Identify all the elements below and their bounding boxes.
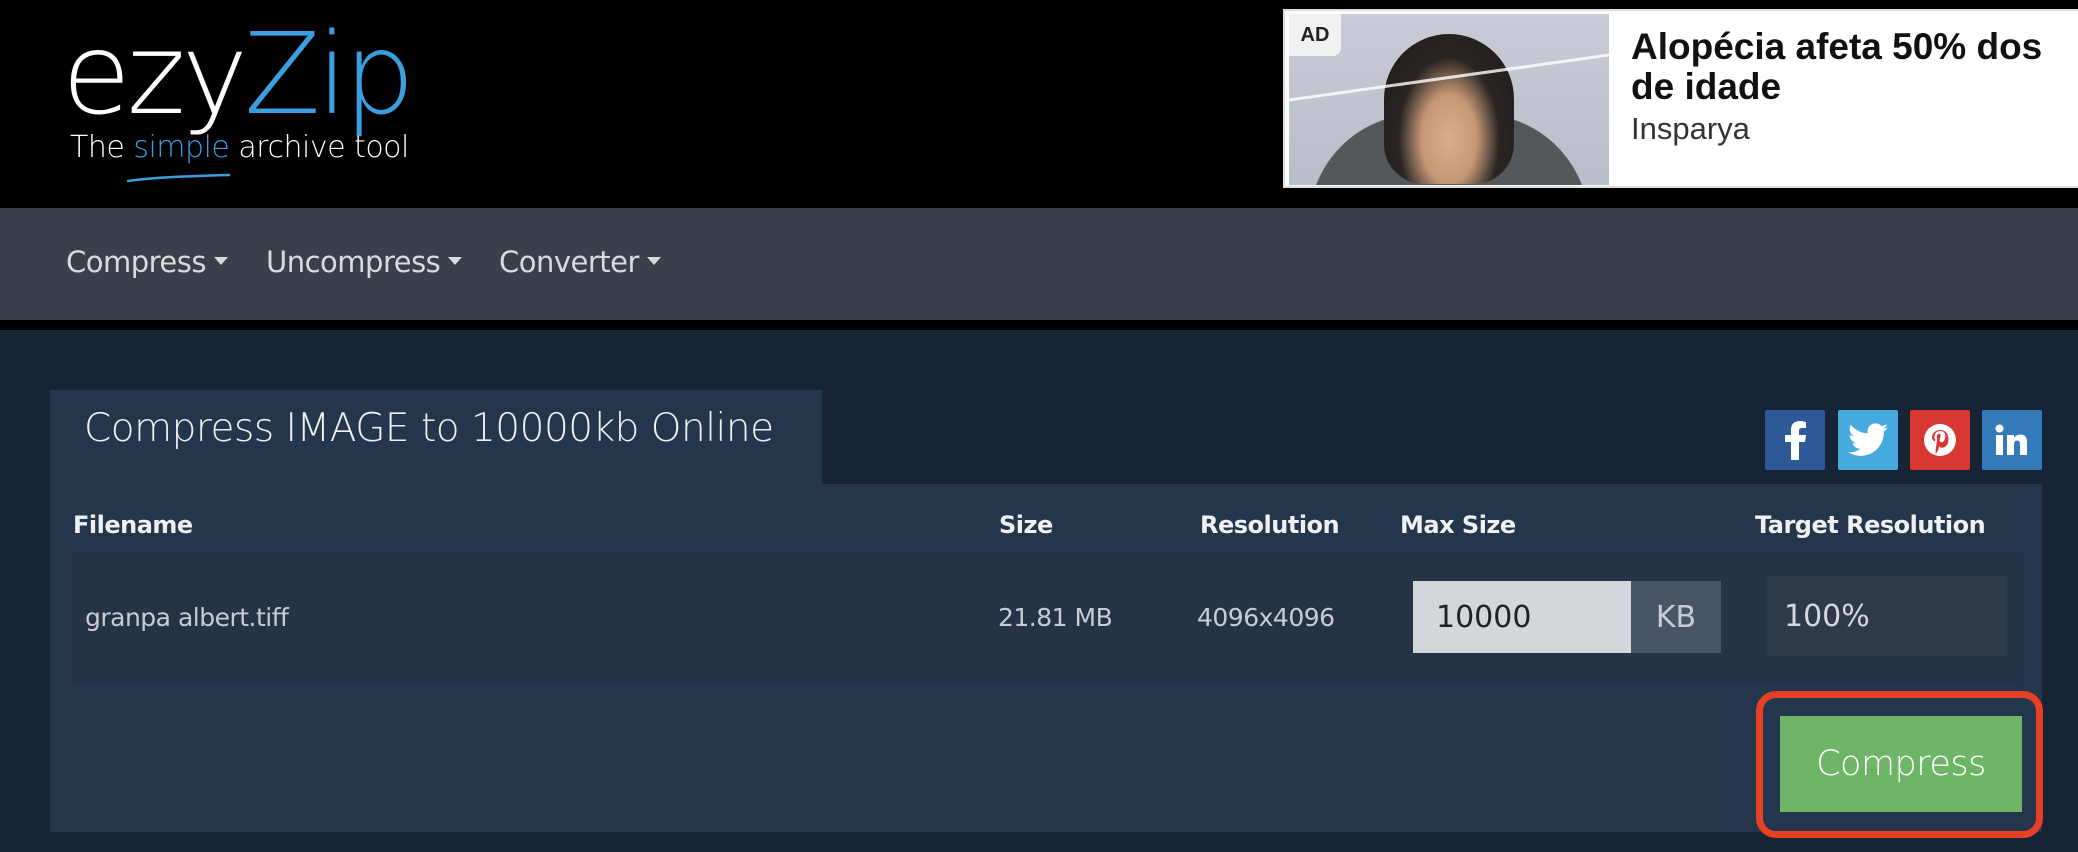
nav-compress[interactable]: Compress xyxy=(66,245,228,279)
column-header-resolution: Resolution xyxy=(1200,511,1340,539)
facebook-share-button[interactable] xyxy=(1765,410,1825,470)
advertisement[interactable]: AD Alopécia afeta 50% dos de idade Inspar… xyxy=(1283,9,2078,188)
max-size-input[interactable] xyxy=(1413,581,1631,653)
logo-wordmark: ezyZip xyxy=(62,10,415,140)
column-header-filename: Filename xyxy=(73,511,193,539)
column-header-max-size: Max Size xyxy=(1400,511,1516,539)
ezyzip-logo[interactable]: ezyZip The simple archive tool xyxy=(62,10,415,190)
caret-down-icon xyxy=(646,257,661,265)
column-header-target-resolution: Target Resolution xyxy=(1755,511,1986,539)
caret-down-icon xyxy=(448,257,463,265)
pinterest-icon xyxy=(1924,424,1956,456)
target-resolution-select[interactable]: 100% xyxy=(1767,576,2007,656)
linkedin-icon xyxy=(1995,424,2027,455)
ad-image[interactable]: AD xyxy=(1289,14,1609,185)
column-header-size: Size xyxy=(999,511,1053,539)
logo-tagline: The simple archive tool xyxy=(70,130,409,165)
ad-brand[interactable]: Insparya xyxy=(1631,111,1750,147)
page-title-tab: Compress IMAGE to 10000kb Online xyxy=(50,390,822,484)
caret-down-icon xyxy=(214,257,228,265)
file-resolution: 4096x4096 xyxy=(1197,603,1335,632)
site-header: ezyZip The simple archive tool AD Alopéc… xyxy=(0,0,2078,208)
twitter-share-button[interactable] xyxy=(1838,410,1898,470)
facebook-icon xyxy=(1785,421,1806,460)
pinterest-share-button[interactable] xyxy=(1910,410,1970,470)
file-name: granpa albert.tiff xyxy=(85,603,289,632)
file-size: 21.81 MB xyxy=(998,603,1113,632)
ad-badge: AD xyxy=(1289,14,1341,56)
page-title: Compress IMAGE to 10000kb Online xyxy=(84,406,774,451)
linkedin-share-button[interactable] xyxy=(1982,410,2042,470)
nav-uncompress[interactable]: Uncompress xyxy=(266,245,463,279)
max-size-unit: KB xyxy=(1631,581,1721,653)
ad-headline[interactable]: Alopécia afeta 50% dos de idade xyxy=(1631,27,2078,107)
twitter-icon xyxy=(1848,423,1888,456)
compress-button[interactable]: Compress xyxy=(1780,716,2022,812)
underline-swoosh-icon xyxy=(126,173,231,183)
nav-converter[interactable]: Converter xyxy=(499,245,661,279)
